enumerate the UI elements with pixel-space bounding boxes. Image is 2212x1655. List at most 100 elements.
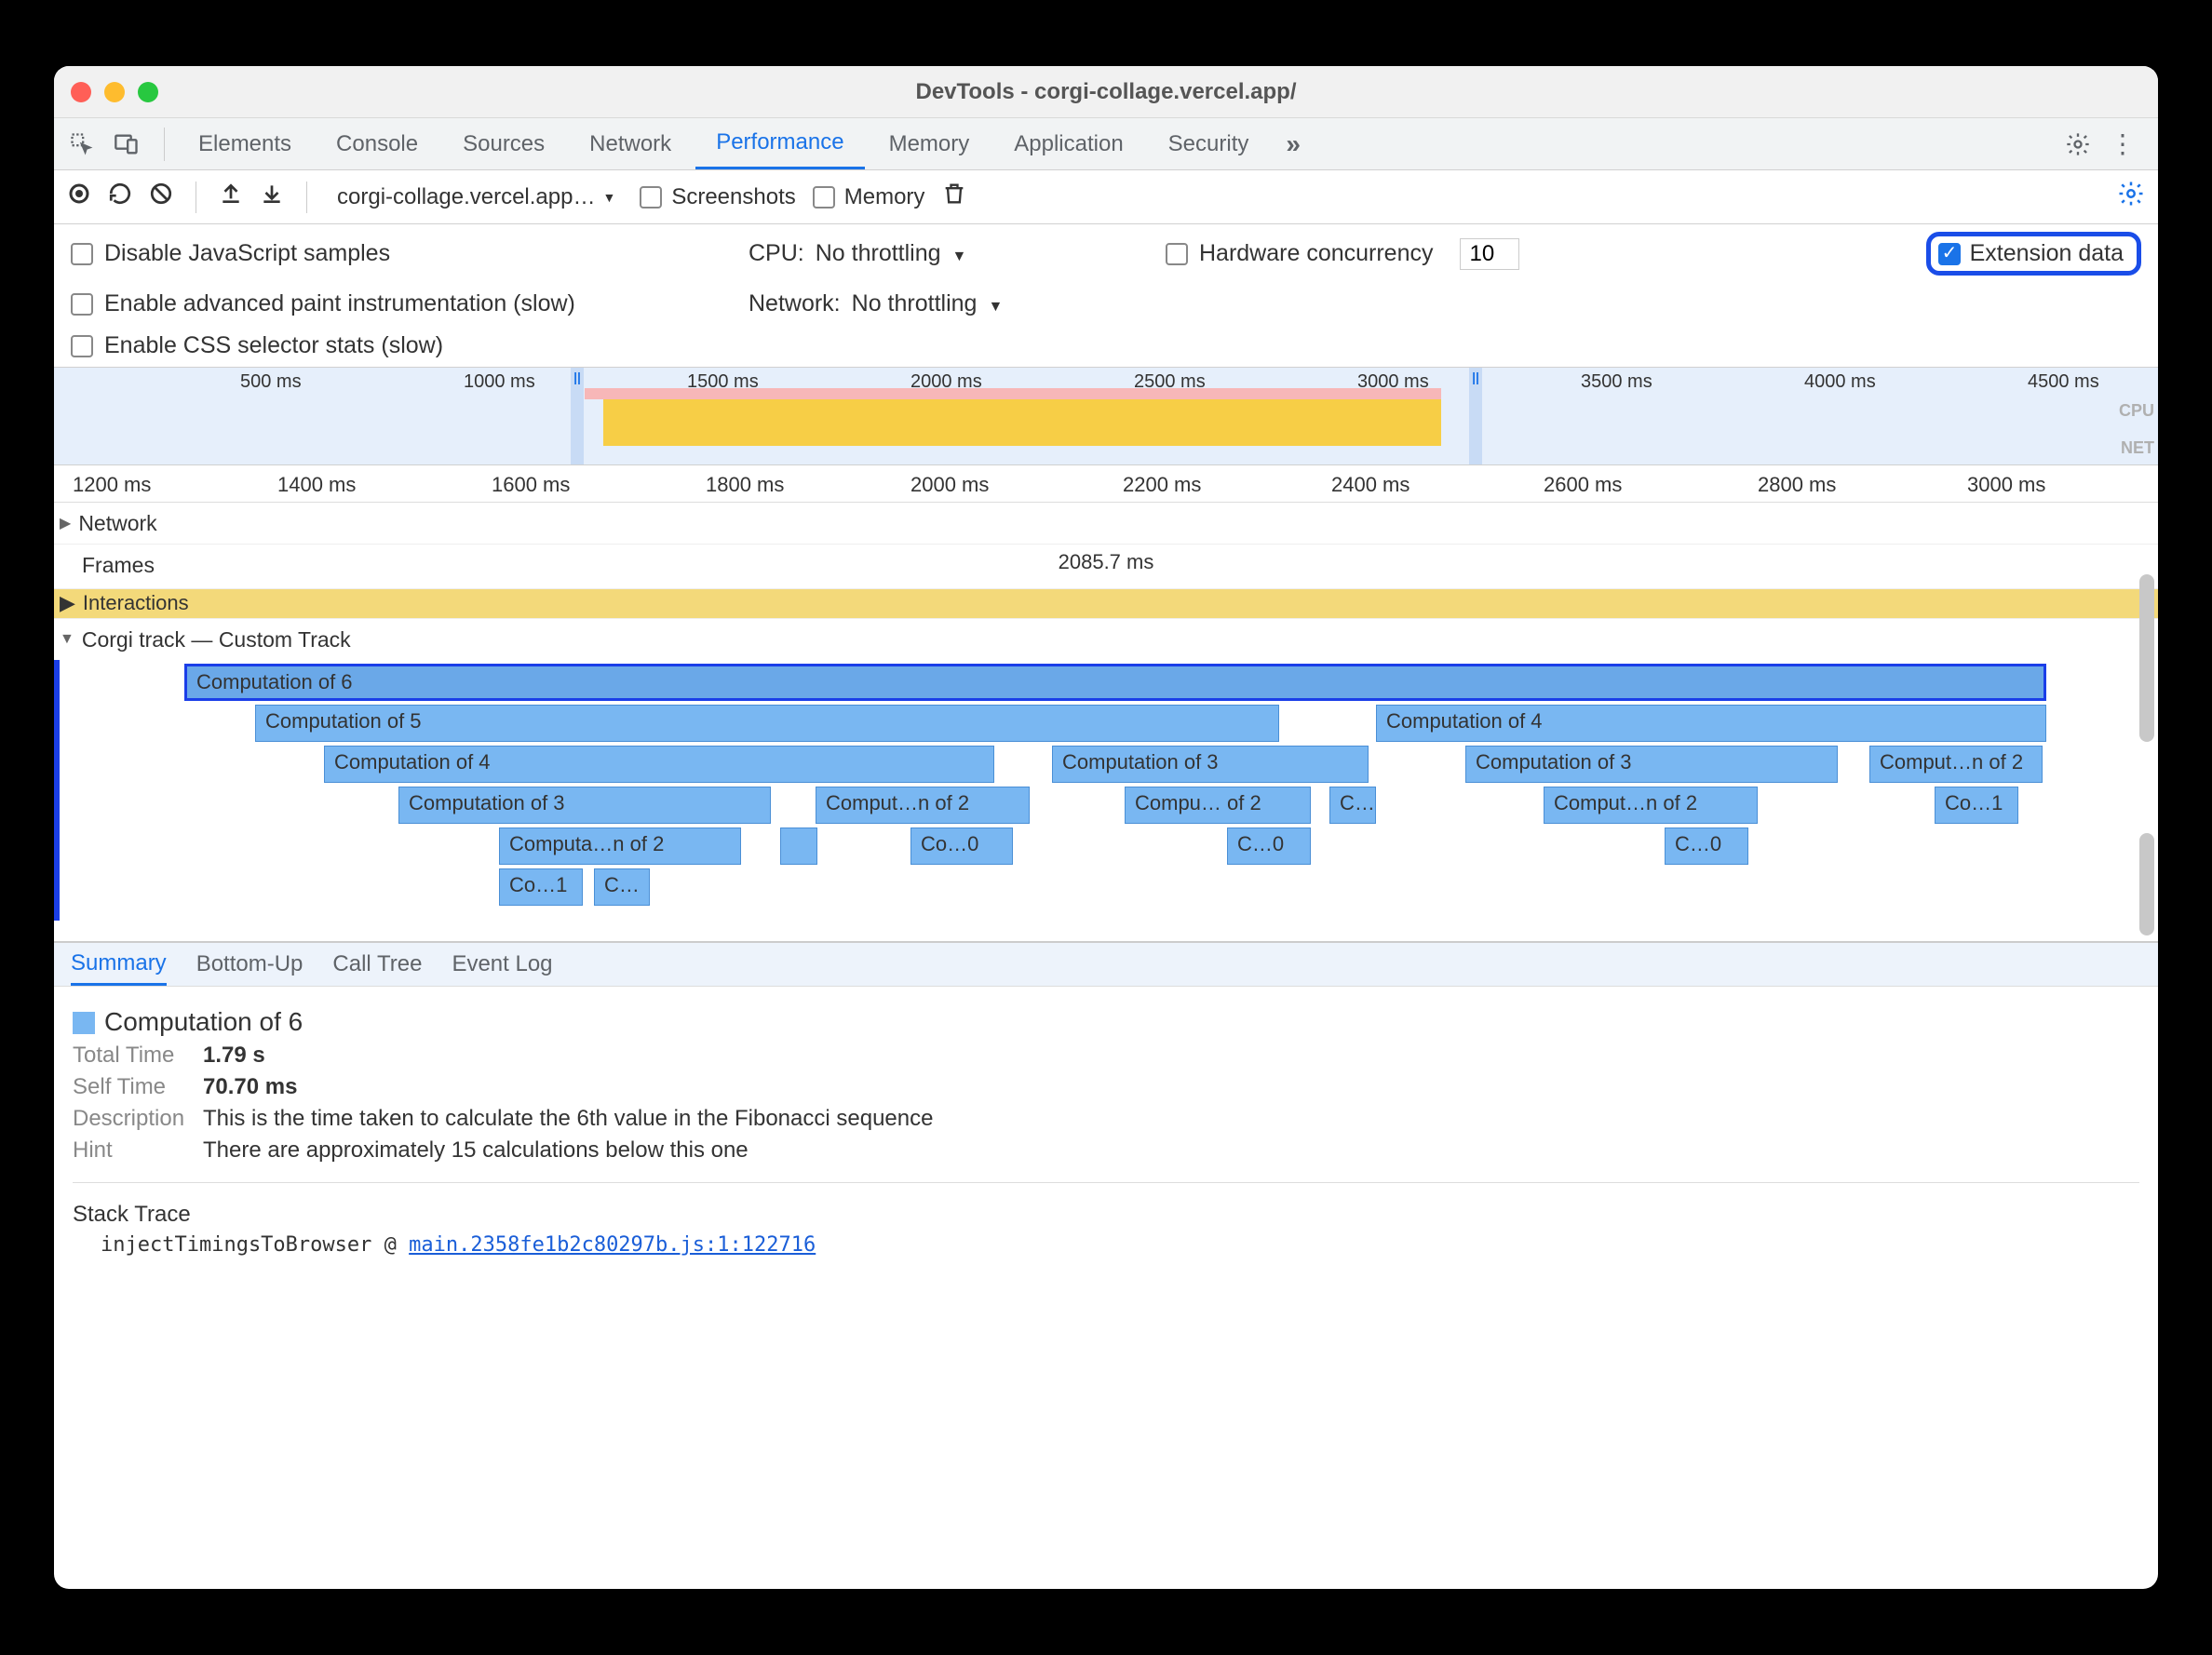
tab-application[interactable]: Application xyxy=(993,118,1143,169)
hardware-concurrency-checkbox[interactable]: Hardware concurrency xyxy=(1166,240,1434,267)
flame-bar-computation-2[interactable]: Compu… of 2 xyxy=(1125,787,1311,824)
summary-panel: Computation of 6 Total Time1.79 s Self T… xyxy=(54,987,2158,1277)
hint-text: There are approximately 15 calculations … xyxy=(203,1137,749,1163)
timeline-ruler[interactable]: 1200 ms 1400 ms 1600 ms 1800 ms 2000 ms … xyxy=(54,465,2158,503)
overview-activity xyxy=(603,399,1441,446)
save-profile-button[interactable] xyxy=(260,182,284,212)
flame-bar-computation-4[interactable]: Computation of 4 xyxy=(324,746,994,783)
capture-settings-row2: Enable advanced paint instrumentation (s… xyxy=(54,283,2158,325)
chevron-right-icon: ▶ xyxy=(60,591,75,615)
network-throttle-select[interactable]: No throttling▼ xyxy=(852,290,1004,317)
cpu-label: CPU xyxy=(2119,401,2154,421)
enable-css-stats-checkbox[interactable]: Enable CSS selector stats (slow) xyxy=(71,332,443,359)
cpu-throttle-label: CPU: xyxy=(749,240,804,267)
record-button[interactable] xyxy=(67,182,91,212)
clear-button[interactable] xyxy=(149,182,173,212)
chevron-down-icon[interactable]: ▼ xyxy=(60,631,74,648)
flame-bar-computation-0[interactable]: C…0 xyxy=(1665,828,1748,865)
flame-bar-computation-0[interactable]: Co…0 xyxy=(910,828,1013,865)
memory-checkbox[interactable]: Memory xyxy=(813,184,925,210)
capture-settings-row3: Enable CSS selector stats (slow) xyxy=(54,325,2158,367)
selection-edge xyxy=(54,660,60,921)
hardware-concurrency-input[interactable] xyxy=(1460,238,1519,270)
flame-bar-computation-3[interactable]: Computation of 3 xyxy=(1052,746,1369,783)
tab-memory[interactable]: Memory xyxy=(869,118,991,169)
tab-sources[interactable]: Sources xyxy=(442,118,565,169)
load-profile-button[interactable] xyxy=(219,182,243,212)
flame-bar-computation-2[interactable]: Comput…n of 2 xyxy=(1869,746,2043,783)
custom-track: ▼Corgi track — Custom Track Computation … xyxy=(54,619,2158,942)
chevron-right-icon: ▶ xyxy=(60,514,71,532)
summary-title: Computation of 6 xyxy=(104,1007,303,1036)
scrollbar[interactable] xyxy=(2139,833,2154,935)
self-time: 70.70 ms xyxy=(203,1074,297,1099)
flame-bar-computation-2[interactable]: Computa…n of 2 xyxy=(499,828,741,865)
tab-summary[interactable]: Summary xyxy=(71,943,167,986)
flame-bar-computation-ext[interactable] xyxy=(780,828,817,865)
flame-bar-computation-4[interactable]: Computation of 4 xyxy=(1376,705,2046,742)
overview-tick: 4000 ms xyxy=(1804,371,1876,393)
overview-tick: 1000 ms xyxy=(464,371,535,393)
settings-icon[interactable] xyxy=(2061,128,2095,161)
inspect-icon[interactable] xyxy=(65,128,99,161)
scrollbar[interactable] xyxy=(2139,574,2154,742)
extension-data-checkbox[interactable]: Extension data xyxy=(1926,232,2141,276)
network-throttle-label: Network: xyxy=(749,290,841,317)
flame-bar-computation-1[interactable]: Co…1 xyxy=(1935,787,2018,824)
tracks-area: ▶Network Frames 2085.7 ms ▶Interactions … xyxy=(54,503,2158,942)
tab-security[interactable]: Security xyxy=(1148,118,1270,169)
screenshots-checkbox[interactable]: Screenshots xyxy=(640,184,795,210)
flame-bar-computation-2[interactable]: Comput…n of 2 xyxy=(816,787,1030,824)
flame-chart[interactable]: Computation of 6 Computation of 5 Comput… xyxy=(128,664,2158,922)
interactions-track[interactable]: ▶Interactions xyxy=(54,589,2158,619)
flame-bar-computation-6[interactable]: Computation of 6 xyxy=(184,664,2046,701)
tab-network[interactable]: Network xyxy=(569,118,692,169)
performance-toolbar: corgi-collage.vercel.app…▼ Screenshots M… xyxy=(54,170,2158,224)
cpu-throttle-select[interactable]: No throttling▼ xyxy=(816,240,967,267)
flame-bar-computation-1[interactable]: Co…1 xyxy=(499,868,583,906)
collect-garbage-button[interactable] xyxy=(941,181,967,213)
panel-tabs: Elements Console Sources Network Perform… xyxy=(54,118,2158,170)
reload-record-button[interactable] xyxy=(108,182,132,212)
overview-handle-right[interactable] xyxy=(1469,368,1482,464)
enable-paint-checkbox[interactable]: Enable advanced paint instrumentation (s… xyxy=(71,290,722,317)
overview-tick: 3500 ms xyxy=(1581,371,1652,393)
stack-trace-link[interactable]: main.2358fe1b2c80297b.js:1:122716 xyxy=(409,1233,816,1257)
flame-bar-computation-3[interactable]: Computation of 3 xyxy=(1465,746,1838,783)
flame-bar-computation-ext[interactable]: C… xyxy=(594,868,650,906)
chevron-down-icon: ▼ xyxy=(952,249,967,264)
frames-track[interactable]: Frames 2085.7 ms xyxy=(54,545,2158,589)
flame-bar-computation-3[interactable]: Computation of 3 xyxy=(398,787,771,824)
kebab-menu-icon[interactable]: ⋮ xyxy=(2106,128,2139,161)
capture-settings-row1: Disable JavaScript samples CPU: No throt… xyxy=(54,224,2158,283)
timeline-overview[interactable]: 500 ms 1000 ms 1500 ms 2000 ms 2500 ms 3… xyxy=(54,367,2158,465)
capture-settings-icon[interactable] xyxy=(2117,180,2145,214)
device-toggle-icon[interactable] xyxy=(110,128,143,161)
disable-js-samples-checkbox[interactable]: Disable JavaScript samples xyxy=(71,240,722,267)
stack-trace-header: Stack Trace xyxy=(73,1202,2139,1228)
overview-handle-left[interactable] xyxy=(571,368,584,464)
color-swatch xyxy=(73,1012,95,1034)
overview-long-task-strip xyxy=(585,388,1441,399)
description-text: This is the time taken to calculate the … xyxy=(203,1106,933,1131)
tab-elements[interactable]: Elements xyxy=(178,118,312,169)
chevron-down-icon: ▼ xyxy=(988,299,1003,315)
flame-bar-computation-5[interactable]: Computation of 5 xyxy=(255,705,1279,742)
flame-bar-computation-ext[interactable]: C… xyxy=(1329,787,1376,824)
recording-target-select[interactable]: corgi-collage.vercel.app…▼ xyxy=(330,182,623,212)
window-title: DevTools - corgi-collage.vercel.app/ xyxy=(54,79,2158,105)
tab-event-log[interactable]: Event Log xyxy=(452,943,552,986)
overview-tick: 4500 ms xyxy=(2028,371,2099,393)
network-track[interactable]: ▶Network xyxy=(54,503,2158,545)
frame-duration: 2085.7 ms xyxy=(1059,550,1154,574)
tab-performance[interactable]: Performance xyxy=(695,118,864,169)
flame-bar-computation-2[interactable]: Comput…n of 2 xyxy=(1544,787,1758,824)
tabs-overflow[interactable]: » xyxy=(1273,129,1314,159)
tab-call-tree[interactable]: Call Tree xyxy=(332,943,422,986)
detail-tabs: Summary Bottom-Up Call Tree Event Log xyxy=(54,942,2158,987)
flame-bar-computation-0[interactable]: C…0 xyxy=(1227,828,1311,865)
chevron-down-icon: ▼ xyxy=(602,190,615,205)
tab-console[interactable]: Console xyxy=(316,118,438,169)
tab-bottom-up[interactable]: Bottom-Up xyxy=(196,943,303,986)
titlebar: DevTools - corgi-collage.vercel.app/ xyxy=(54,66,2158,118)
